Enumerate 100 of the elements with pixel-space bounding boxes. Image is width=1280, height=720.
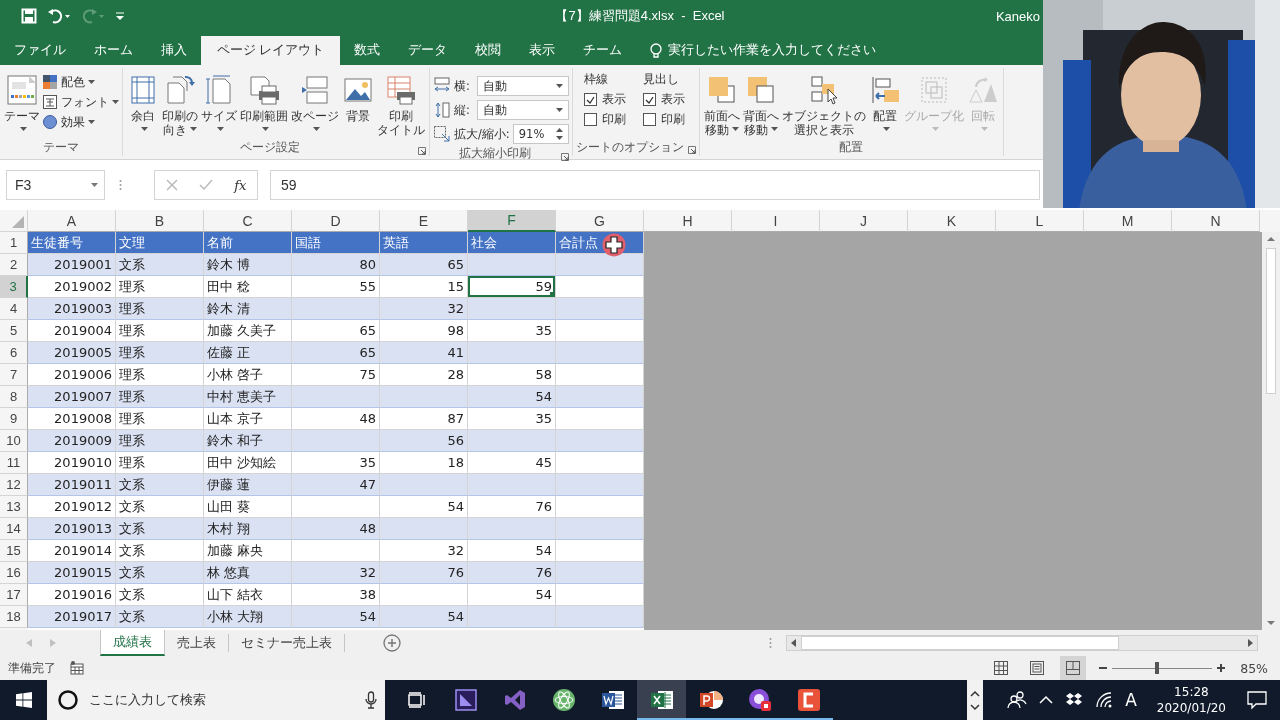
ribbon-button[interactable]: 配置 xyxy=(867,72,902,139)
table-cell[interactable] xyxy=(556,298,644,320)
table-cell[interactable] xyxy=(556,606,644,628)
table-cell[interactable]: 木村 翔 xyxy=(204,518,292,540)
table-cell[interactable] xyxy=(556,342,644,364)
ribbon-tab[interactable]: ホーム xyxy=(80,36,147,65)
ribbon-tab[interactable]: 挿入 xyxy=(147,36,201,65)
table-cell[interactable] xyxy=(556,496,644,518)
header-cell[interactable]: 文理 xyxy=(116,232,204,254)
table-cell[interactable]: 18 xyxy=(380,452,468,474)
ribbon-button[interactable]: 前面へ 移動 xyxy=(702,72,741,139)
zoom-in-icon[interactable] xyxy=(1216,663,1227,673)
table-cell[interactable]: 2019010 xyxy=(28,452,116,474)
tell-me-field[interactable]: 実行したい作業を入力してください xyxy=(650,36,877,65)
table-cell[interactable] xyxy=(292,540,380,562)
people-icon[interactable] xyxy=(1007,690,1028,710)
wifi-icon[interactable] xyxy=(1095,692,1114,708)
header-cell[interactable]: 社会 xyxy=(468,232,556,254)
sheet-tab[interactable]: 成績表 xyxy=(100,630,165,656)
table-cell[interactable]: 54 xyxy=(292,606,380,628)
scrollbar-thumb[interactable] xyxy=(801,636,1119,650)
table-cell[interactable]: 65 xyxy=(292,342,380,364)
customize-icon[interactable] xyxy=(115,11,125,21)
checkbox-label[interactable]: 表示 xyxy=(660,92,685,107)
dropdown-field[interactable]: 自動 xyxy=(476,100,569,120)
taskbar-app[interactable] xyxy=(637,680,686,720)
table-cell[interactable] xyxy=(556,452,644,474)
table-cell[interactable] xyxy=(556,562,644,584)
table-cell[interactable]: 48 xyxy=(292,518,380,540)
table-cell[interactable]: 2019003 xyxy=(28,298,116,320)
table-cell[interactable]: 2019011 xyxy=(28,474,116,496)
table-cell[interactable]: 山田 葵 xyxy=(204,496,292,518)
table-cell[interactable]: 45 xyxy=(468,452,556,474)
launcher-icon[interactable] xyxy=(687,146,696,154)
macro-record-icon[interactable] xyxy=(70,661,84,675)
formula-field[interactable]: 59 xyxy=(270,170,1040,200)
table-cell[interactable]: 2019002 xyxy=(28,276,116,298)
table-cell[interactable]: 2019013 xyxy=(28,518,116,540)
table-cell[interactable]: 伊藤 蓮 xyxy=(204,474,292,496)
table-cell[interactable]: 文系 xyxy=(116,474,204,496)
table-cell[interactable] xyxy=(556,386,644,408)
table-cell[interactable]: 32 xyxy=(292,562,380,584)
search-field[interactable]: ここに入力して検索 xyxy=(47,680,385,720)
ribbon-button[interactable]: 印刷範囲 xyxy=(239,72,289,139)
table-cell[interactable]: 2019016 xyxy=(28,584,116,606)
table-cell[interactable] xyxy=(556,540,644,562)
table-cell[interactable]: 35 xyxy=(468,320,556,342)
table-cell[interactable] xyxy=(556,254,644,276)
table-cell[interactable]: 2019017 xyxy=(28,606,116,628)
ribbon-tab[interactable]: チーム xyxy=(569,36,637,65)
select-all-icon[interactable] xyxy=(12,216,24,228)
table-cell[interactable] xyxy=(556,276,644,298)
table-cell[interactable]: 加藤 麻央 xyxy=(204,540,292,562)
table-cell[interactable]: 理系 xyxy=(116,276,204,298)
table-cell[interactable] xyxy=(556,430,644,452)
table-cell[interactable]: 2019007 xyxy=(28,386,116,408)
row-header[interactable]: 3 xyxy=(0,276,28,298)
table-cell[interactable]: 75 xyxy=(292,364,380,386)
dropdown-field[interactable]: 自動 xyxy=(476,76,569,96)
view-button[interactable] xyxy=(1060,656,1087,680)
chevron-up-icon[interactable] xyxy=(1039,695,1054,705)
ribbon-button[interactable]: 印刷 タイトル xyxy=(376,72,426,139)
checkbox[interactable] xyxy=(583,113,597,126)
table-cell[interactable]: 文系 xyxy=(116,562,204,584)
spinner-field[interactable]: 91% xyxy=(512,124,569,144)
microphone-icon[interactable] xyxy=(365,691,377,709)
table-cell[interactable] xyxy=(556,518,644,540)
table-cell[interactable]: 54 xyxy=(380,606,468,628)
redo-icon[interactable] xyxy=(81,8,105,24)
table-cell[interactable] xyxy=(556,584,644,606)
table-cell[interactable] xyxy=(468,606,556,628)
table-cell[interactable]: 47 xyxy=(292,474,380,496)
add-sheet-icon[interactable] xyxy=(383,634,401,652)
table-cell[interactable] xyxy=(468,254,556,276)
table-cell[interactable]: 2019001 xyxy=(28,254,116,276)
table-cell[interactable]: 65 xyxy=(380,254,468,276)
table-cell[interactable] xyxy=(468,430,556,452)
ribbon-button[interactable]: 配色 xyxy=(42,74,119,90)
table-cell[interactable]: 林 悠真 xyxy=(204,562,292,584)
table-cell[interactable]: 2019012 xyxy=(28,496,116,518)
table-cell[interactable]: 理系 xyxy=(116,452,204,474)
table-cell[interactable]: 54 xyxy=(468,584,556,606)
ribbon-button[interactable]: 効果 xyxy=(42,114,119,130)
table-cell[interactable]: 山下 結衣 xyxy=(204,584,292,606)
table-cell[interactable]: 2019009 xyxy=(28,430,116,452)
table-cell[interactable]: 54 xyxy=(468,386,556,408)
ribbon-tab[interactable]: 表示 xyxy=(515,36,570,65)
table-cell[interactable]: 小林 啓子 xyxy=(204,364,292,386)
input-mode-indicator[interactable]: A xyxy=(1125,690,1137,710)
table-cell[interactable] xyxy=(292,386,380,408)
table-cell[interactable]: 文系 xyxy=(116,518,204,540)
ribbon-button[interactable]: サイズ xyxy=(200,72,238,139)
table-cell[interactable]: 35 xyxy=(292,452,380,474)
table-cell[interactable] xyxy=(556,364,644,386)
table-cell[interactable]: 98 xyxy=(380,320,468,342)
table-cell[interactable]: 理系 xyxy=(116,364,204,386)
dropbox-icon[interactable] xyxy=(1065,692,1084,708)
table-cell[interactable]: 文系 xyxy=(116,606,204,628)
table-cell[interactable]: 58 xyxy=(468,364,556,386)
cancel-icon[interactable] xyxy=(165,179,178,191)
